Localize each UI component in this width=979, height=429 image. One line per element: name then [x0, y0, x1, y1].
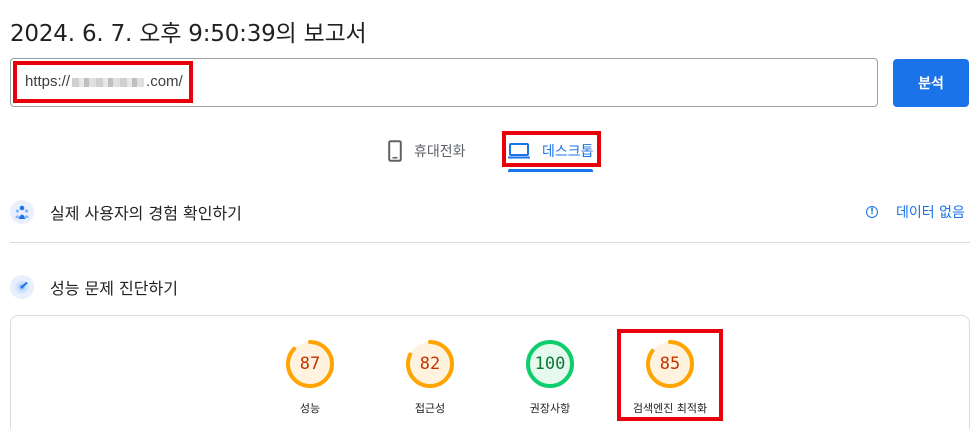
score-label: 권장사항 — [529, 402, 571, 415]
lab-data-title: 성능 문제 진단하기 — [50, 279, 178, 298]
seo-highlight-box — [617, 329, 723, 421]
report-title: 2024. 6. 7. 오후 9:50:39의 보고서 — [10, 21, 367, 47]
score-value: 87 — [299, 354, 321, 374]
field-data-title: 실제 사용자의 경험 확인하기 — [50, 204, 242, 223]
no-data-label: 데이터 없음 — [896, 205, 965, 221]
tab-mobile-label: 휴대전화 — [414, 144, 466, 160]
score-gauge-best-practices[interactable]: 100 권장사항 — [490, 339, 610, 416]
score-gauge-accessibility[interactable]: 82 접근성 — [370, 339, 490, 416]
score-value: 82 — [419, 354, 441, 374]
score-label: 접근성 — [414, 402, 446, 415]
info-icon: ! — [866, 206, 878, 218]
score-label: 성능 — [299, 402, 321, 415]
field-data-section[interactable]: 실제 사용자의 경험 확인하기 — [10, 200, 242, 224]
diagnostics-icon — [10, 275, 34, 299]
users-icon — [10, 200, 34, 224]
tab-active-indicator — [508, 169, 593, 172]
tab-mobile[interactable]: 휴대전화 — [388, 136, 466, 166]
score-gauge-performance[interactable]: 87 성능 — [250, 339, 370, 416]
score-value: 100 — [534, 354, 566, 374]
smartphone-icon — [388, 140, 402, 162]
desktop-highlight-box — [502, 131, 601, 167]
section-divider — [10, 242, 970, 243]
lab-data-section[interactable]: 성능 문제 진단하기 — [10, 275, 178, 299]
url-highlight-box — [13, 61, 193, 103]
no-data-status[interactable]: ! 데이터 없음 — [866, 202, 965, 222]
analyze-button[interactable]: 분석 — [893, 59, 969, 107]
